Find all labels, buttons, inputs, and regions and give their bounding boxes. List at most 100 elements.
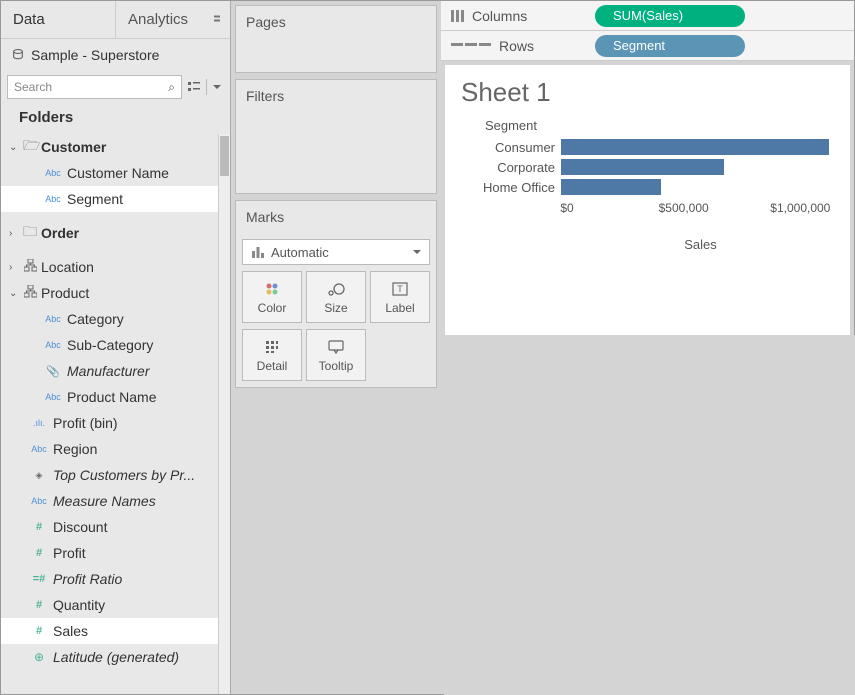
bar[interactable]	[561, 139, 829, 155]
globe-icon: ⊕	[29, 650, 49, 664]
field-tree: ⌄ 🗁 Customer Abc Customer Name Abc Segme…	[1, 134, 230, 694]
number-icon: #	[29, 625, 49, 637]
color-icon	[264, 280, 280, 298]
field-region[interactable]: AbcRegion	[1, 436, 230, 462]
bar[interactable]	[561, 159, 724, 175]
field-quantity[interactable]: #Quantity	[1, 592, 230, 618]
field-profit[interactable]: #Profit	[1, 540, 230, 566]
bar-category-label: Corporate	[471, 160, 561, 175]
search-icon: ⌕	[168, 80, 175, 95]
search-row: Search ⌕	[1, 71, 230, 103]
marks-type-select[interactable]: Automatic	[242, 239, 430, 265]
field-label: Latitude (generated)	[53, 649, 179, 665]
folder-order[interactable]: › 🗀 Order	[1, 220, 230, 246]
field-customer-name[interactable]: Abc Customer Name	[1, 160, 230, 186]
rows-pill[interactable]: Segment	[595, 35, 745, 57]
field-manufacturer[interactable]: 📎 Manufacturer	[1, 358, 230, 384]
marks-color[interactable]: Color	[242, 271, 302, 323]
x-axis-label: Sales	[567, 237, 834, 252]
field-discount[interactable]: #Discount	[1, 514, 230, 540]
field-label: Measure Names	[53, 493, 156, 509]
scrollbar-thumb[interactable]	[220, 136, 229, 176]
x-axis-ticks: $0$500,000$1,000,000	[567, 201, 834, 221]
search-placeholder: Search	[14, 80, 52, 94]
folder-open-icon: 🗁	[23, 135, 37, 159]
field-label: Quantity	[53, 597, 105, 613]
field-label: Discount	[53, 519, 107, 535]
field-profit-bin[interactable]: .ılı. Profit (bin)	[1, 410, 230, 436]
field-segment[interactable]: Abc Segment	[1, 186, 230, 212]
chart: Segment Consumer Corporate Home Office $0$…	[461, 118, 834, 252]
filters-title: Filters	[236, 80, 436, 112]
bar-row: Corporate	[471, 157, 834, 177]
field-measure-names[interactable]: AbcMeasure Names	[1, 488, 230, 514]
field-label: Profit	[53, 545, 86, 561]
tab-analytics[interactable]: Analytics	[115, 1, 230, 38]
hierarchy-icon	[23, 259, 37, 275]
string-icon: Abc	[43, 340, 63, 350]
label-icon: T	[392, 280, 408, 298]
chevron-down-icon: ⌄	[9, 142, 19, 153]
hierarchy-product[interactable]: ⌄ Product	[1, 280, 230, 306]
field-product-name[interactable]: AbcProduct Name	[1, 384, 230, 410]
string-icon: Abc	[29, 444, 49, 454]
marks-detail[interactable]: Detail	[242, 329, 302, 381]
string-icon: Abc	[43, 392, 63, 402]
field-sales[interactable]: #Sales	[1, 618, 230, 644]
chevron-down-icon	[413, 250, 421, 255]
filters-shelf[interactable]: Filters	[235, 79, 437, 194]
field-profit-ratio[interactable]: =#Profit Ratio	[1, 566, 230, 592]
attribute-icon: 📎	[43, 365, 63, 378]
worksheet-pane: Columns SUM(Sales) Rows Segment Sheet 1 …	[441, 1, 854, 694]
svg-text:T: T	[397, 284, 403, 294]
view-toggle-icon[interactable]	[185, 78, 203, 96]
columns-pill[interactable]: SUM(Sales)	[595, 5, 745, 27]
marks-empty	[370, 329, 430, 381]
field-subcategory[interactable]: AbcSub-Category	[1, 332, 230, 358]
bar-category-label: Consumer	[471, 140, 561, 155]
datasource-name: Sample - Superstore	[31, 47, 159, 63]
marks-tooltip[interactable]: Tooltip	[306, 329, 366, 381]
columns-shelf[interactable]: Columns SUM(Sales)	[441, 1, 854, 31]
field-top-customers[interactable]: ◈Top Customers by Pr...	[1, 462, 230, 488]
rows-icon	[451, 43, 491, 48]
find-menu-button[interactable]	[210, 78, 224, 96]
field-latitude[interactable]: ⊕ Latitude (generated)	[1, 644, 230, 670]
scrollbar[interactable]	[218, 134, 230, 694]
sheet-title[interactable]: Sheet 1	[461, 77, 834, 108]
set-icon: ◈	[29, 470, 49, 481]
field-category[interactable]: AbcCategory	[1, 306, 230, 332]
bar-category-label: Home Office	[471, 180, 561, 195]
marks-title: Marks	[236, 201, 436, 233]
marks-label[interactable]: T Label	[370, 271, 430, 323]
bar[interactable]	[561, 179, 661, 195]
field-label: Product	[41, 285, 89, 301]
search-input[interactable]: Search ⌕	[7, 75, 182, 99]
field-label: Category	[67, 311, 124, 327]
columns-label: Columns	[472, 8, 527, 24]
marks-card: Marks Automatic Color Size T	[235, 200, 437, 388]
marks-detail-label: Detail	[257, 359, 288, 373]
chevron-right-icon: ›	[9, 228, 19, 239]
tab-data[interactable]: Data	[1, 1, 115, 38]
folder-label: Customer	[41, 139, 106, 155]
datasource-row[interactable]: Sample - Superstore	[1, 39, 230, 71]
field-label: Location	[41, 259, 94, 275]
columns-icon	[451, 10, 464, 22]
bin-icon: .ılı.	[29, 418, 49, 428]
chevron-right-icon: ›	[9, 262, 19, 273]
row-header: Segment	[466, 118, 556, 133]
field-label: Profit (bin)	[53, 415, 118, 431]
folder-customer[interactable]: ⌄ 🗁 Customer	[1, 134, 230, 160]
folder-label: Order	[41, 225, 79, 241]
folder-icon: 🗀	[23, 221, 37, 245]
hierarchy-location[interactable]: › Location	[1, 254, 230, 280]
rows-shelf[interactable]: Rows Segment	[441, 31, 854, 61]
field-label: Manufacturer	[67, 363, 149, 379]
bar-icon	[251, 246, 265, 258]
field-label: Segment	[67, 191, 123, 207]
marks-size[interactable]: Size	[306, 271, 366, 323]
bar-row: Home Office	[471, 177, 834, 197]
tick-label: $500,000	[659, 201, 709, 215]
pages-shelf[interactable]: Pages	[235, 5, 437, 73]
